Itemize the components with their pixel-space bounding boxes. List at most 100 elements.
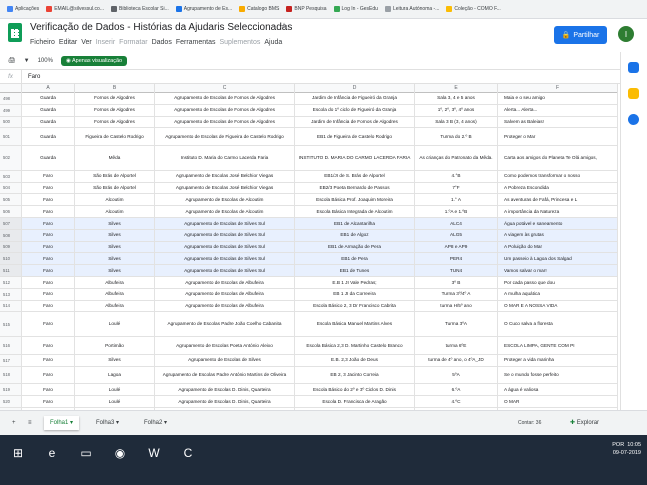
sheet-tab-1[interactable]: Folha3 ▾ bbox=[90, 416, 125, 430]
cell-F[interactable]: Proteger a vida marinha bbox=[498, 354, 618, 366]
cell-E[interactable]: 4.ºC bbox=[415, 396, 498, 408]
cell-A[interactable]: Faro bbox=[22, 312, 75, 337]
cell-A[interactable]: Faro bbox=[22, 170, 75, 182]
cell-F[interactable]: Por cada passo que dou bbox=[498, 277, 618, 288]
row-number[interactable]: 519 bbox=[0, 384, 22, 396]
menu-2[interactable]: Ver bbox=[81, 39, 92, 46]
cell-D[interactable]: EB2/3 Poeta Bernardo de Passos bbox=[295, 182, 415, 194]
cell-E[interactable]: Turma 3ºA bbox=[415, 312, 498, 337]
cell-B[interactable]: Alcoutim bbox=[75, 206, 155, 218]
column-header-A[interactable]: A bbox=[22, 84, 75, 93]
cell-C[interactable]: Agrupamento de Escolas de Figueira de Ca… bbox=[155, 128, 295, 146]
bookmark-3[interactable]: Agrupamento de Es... bbox=[175, 6, 232, 12]
row-number[interactable]: 508 bbox=[0, 229, 22, 241]
tasks-icon[interactable] bbox=[628, 114, 639, 125]
row-number[interactable]: 504 bbox=[0, 182, 22, 194]
cell-C[interactable]: Agrupamento de Escolas de Silves Sul bbox=[155, 218, 295, 229]
table-row[interactable]: 504 Faro São Brás de Alportel Agrupamento d… bbox=[0, 182, 618, 195]
bookmark-7[interactable]: Leitura Autónoma -... bbox=[384, 6, 439, 12]
cell-B[interactable]: Fornos de Algodres bbox=[75, 104, 155, 116]
cell-C[interactable]: Agrupamento de Escolas de Silves Sul bbox=[155, 229, 295, 241]
bookmark-4[interactable]: Catalogo BMS bbox=[239, 6, 279, 12]
cell-C[interactable]: Agrupamento de Escolas de Silves Sul bbox=[155, 265, 295, 277]
menu-4[interactable]: Formatar bbox=[119, 39, 147, 46]
cell-A[interactable]: Faro bbox=[22, 300, 75, 312]
cell-E[interactable]: 7°F bbox=[415, 182, 498, 194]
table-row[interactable]: 507 Faro Silves Agrupamento de Escolas de S… bbox=[0, 218, 618, 230]
cell-D[interactable]: Escola do 1º ciclo de Figueiró da Granja bbox=[295, 104, 415, 116]
cell-B[interactable]: Silves bbox=[75, 354, 155, 366]
cell-F[interactable]: A Poluição do Mar bbox=[498, 241, 618, 253]
cell-D[interactable]: EB1 de Tunes bbox=[295, 265, 415, 277]
cell-C[interactable]: Agrupamento de Escolas de Fornos de Algo… bbox=[155, 104, 295, 116]
cell-A[interactable]: Faro bbox=[22, 194, 75, 206]
cell-F[interactable]: Carta aos amigos do Planeta Te Olá amigo… bbox=[498, 146, 618, 170]
cell-B[interactable]: Silves bbox=[75, 229, 155, 241]
row-number[interactable]: 512 bbox=[0, 277, 22, 288]
cell-C[interactable]: Agrupamento de Escolas Padre António Mar… bbox=[155, 366, 295, 384]
cell-F[interactable]: As aventuras de Fafá, Princesa e L bbox=[498, 194, 618, 206]
table-row[interactable]: 513 Faro Albufeira Agrupamento de Escolas d… bbox=[0, 288, 618, 301]
table-row[interactable]: 512 Faro Albufeira Agrupamento de Escolas d… bbox=[0, 277, 618, 289]
cell-D[interactable]: Escola D. Francisca de Aragão bbox=[295, 396, 415, 408]
menu-5[interactable]: Dados bbox=[152, 39, 172, 46]
cell-B[interactable]: Loulé bbox=[75, 312, 155, 337]
cell-C[interactable]: Agrupamento de Escolas de Albufeira bbox=[155, 300, 295, 312]
cell-F[interactable]: A mulha aquática bbox=[498, 288, 618, 300]
add-sheet-button[interactable]: + bbox=[6, 416, 22, 430]
cell-B[interactable]: Loulé bbox=[75, 396, 155, 408]
cell-A[interactable]: Guarda bbox=[22, 128, 75, 146]
cell-A[interactable]: Faro bbox=[22, 366, 75, 384]
cell-B[interactable]: Lagoa bbox=[75, 366, 155, 384]
cell-D[interactable]: EB1/JI de S. Brás de Alportel bbox=[295, 170, 415, 182]
cell-F[interactable]: Salvem as Baleias! bbox=[498, 116, 618, 128]
cell-D[interactable]: EB1 de Alcantarilha bbox=[295, 218, 415, 229]
word-icon[interactable]: W bbox=[140, 439, 168, 467]
column-header-E[interactable]: E bbox=[415, 84, 498, 93]
cell-C[interactable]: Agrupamento de Escolas Padre João Coelho… bbox=[155, 312, 295, 337]
menu-7[interactable]: Suplementos bbox=[220, 39, 261, 46]
bookmark-2[interactable]: Biblioteca Escolar Si... bbox=[111, 6, 169, 12]
table-row[interactable]: 498 Guarda Fornos de Algodres Agrupamento d… bbox=[0, 93, 618, 105]
cell-F[interactable]: A Pobreza Escondida bbox=[498, 182, 618, 194]
zoom-select[interactable]: 100% bbox=[38, 58, 53, 64]
share-button[interactable]: 🔒 Partilhar bbox=[554, 26, 607, 44]
table-row[interactable]: 510 Faro Silves Agrupamento de Escolas de S… bbox=[0, 253, 618, 266]
table-row[interactable]: 518 Faro Lagoa Agrupamento de Escolas Padre… bbox=[0, 366, 618, 385]
view-mode-badge[interactable]: ◉ Apenas visualização bbox=[60, 55, 128, 66]
cell-C[interactable]: Agrupamento de Escolas de Alcoutim bbox=[155, 194, 295, 206]
cell-B[interactable]: Fornos de Algodres bbox=[75, 116, 155, 128]
cell-B[interactable]: São Brás de Alportel bbox=[75, 170, 155, 182]
cell-A[interactable]: Faro bbox=[22, 229, 75, 241]
corner-cell[interactable] bbox=[0, 84, 22, 93]
table-row[interactable]: 500 Guarda Fornos de Algodres Agrupamento d… bbox=[0, 116, 618, 129]
cell-A[interactable]: Faro bbox=[22, 384, 75, 396]
bookmark-1[interactable]: EMAIL@silvessul.co... bbox=[46, 6, 104, 12]
cell-F[interactable]: O MAR bbox=[498, 396, 618, 408]
spreadsheet-grid[interactable]: ABCDEF 498 Guarda Fornos de Algodres Agrupa… bbox=[0, 84, 618, 410]
cell-A[interactable]: Faro bbox=[22, 182, 75, 194]
row-number[interactable]: 499 bbox=[0, 104, 22, 116]
row-number[interactable]: 513 bbox=[0, 288, 22, 300]
sheet-tab-0[interactable]: Folha1 ▾ bbox=[44, 416, 80, 430]
cell-D[interactable]: EB1 de Armação de Pera bbox=[295, 241, 415, 253]
tab-dropdown-icon[interactable]: ▾ bbox=[68, 420, 73, 426]
table-row[interactable]: 499 Guarda Fornos de Algodres Agrupamento d… bbox=[0, 104, 618, 117]
chrome-icon[interactable]: ◉ bbox=[106, 439, 134, 467]
table-row[interactable]: 520 Faro Loulé Agrupamento de Escolas D. Di… bbox=[0, 396, 618, 409]
cell-B[interactable]: Silves bbox=[75, 241, 155, 253]
app-icon[interactable]: C bbox=[174, 439, 202, 467]
cell-D[interactable]: EB1 de Figueira de Castelo Rodrigo bbox=[295, 128, 415, 146]
menu-6[interactable]: Ferramentas bbox=[176, 39, 216, 46]
cell-C[interactable]: Agrupamento de Escolas D. Dinis, Quartei… bbox=[155, 396, 295, 408]
cell-F[interactable]: Vamos salvar o mar! bbox=[498, 265, 618, 277]
star-icon[interactable]: ☆ bbox=[280, 21, 288, 32]
bookmark-8[interactable]: Coleção - COMO F... bbox=[446, 6, 501, 12]
table-row[interactable]: 511 Faro Silves Agrupamento de Escolas de S… bbox=[0, 265, 618, 278]
cell-C[interactable]: Agrupamento de Escolas José Belchior Vie… bbox=[155, 182, 295, 194]
cell-B[interactable]: Albufeira bbox=[75, 277, 155, 288]
cell-E[interactable]: 6.ºA bbox=[415, 384, 498, 396]
cell-C[interactable]: Agrupamento de Escolas de Silves Sul bbox=[155, 253, 295, 265]
menu-1[interactable]: Editar bbox=[59, 39, 77, 46]
cell-A[interactable]: Faro bbox=[22, 396, 75, 408]
